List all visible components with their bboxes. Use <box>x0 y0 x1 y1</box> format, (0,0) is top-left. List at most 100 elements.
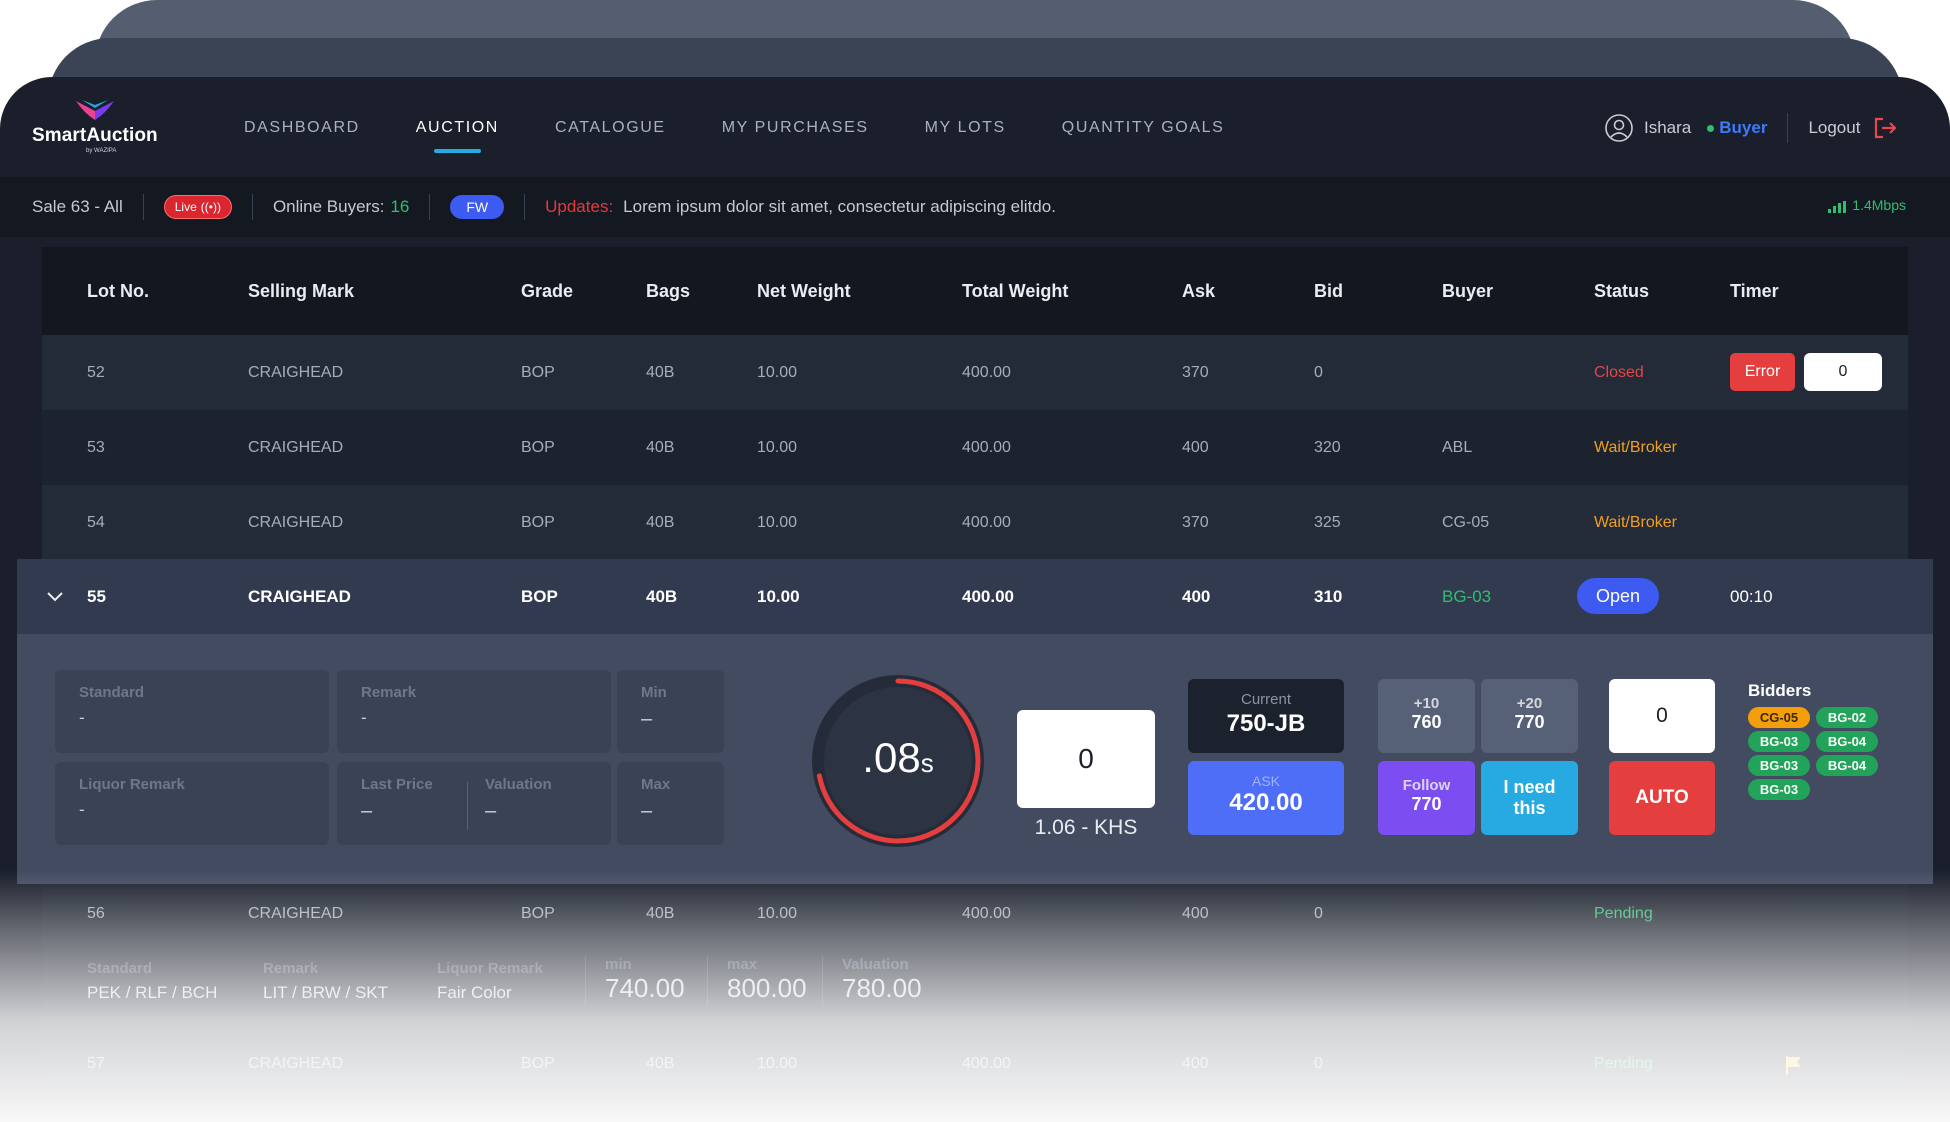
cell-net: 10.00 <box>757 586 800 606</box>
standard-label: Standard <box>79 684 145 701</box>
nav-my-lots[interactable]: MY LOTS <box>925 119 1006 137</box>
cell-net: 10.00 <box>757 905 798 922</box>
online-buyers-label: Online Buyers: <box>272 197 385 216</box>
table-row[interactable]: 52 CRAIGHEAD BOP 40B 10.00 400.00 370 0 … <box>42 335 1908 410</box>
table-row-expanded[interactable]: 55 CRAIGHEAD BOP 40B 10.00 400.00 400 31… <box>17 559 1933 634</box>
liquor-remark-value: - <box>79 800 85 819</box>
status-badge: Open <box>1577 578 1659 614</box>
fw-badge[interactable]: FW <box>450 195 505 219</box>
main-menu: DASHBOARD AUCTION CATALOGUE MY PURCHASES… <box>244 119 1280 153</box>
col-bid: Bid <box>1314 280 1343 301</box>
cell-bags: 40B <box>646 1055 675 1072</box>
status-badge: Closed <box>1594 363 1644 381</box>
cell-grade: BOP <box>521 513 555 531</box>
cell-net: 10.00 <box>757 438 798 456</box>
lot56-standard: Standard PEK / RLF / BCH <box>87 960 217 1003</box>
table-row[interactable]: 54 CRAIGHEAD BOP 40B 10.00 400.00 370 32… <box>42 485 1908 560</box>
status-bar: Sale 63 - All Live ((•)) Online Buyers: … <box>0 177 1950 237</box>
logo[interactable]: SmartAuction by WAZIPA <box>32 99 172 159</box>
col-ask: Ask <box>1182 280 1216 301</box>
cell-ask: 400 <box>1182 586 1211 606</box>
current-value: 750-JB <box>1226 710 1306 737</box>
lot56-liquor: Liquor Remark Fair Color <box>437 960 543 1003</box>
cell-bid: 325 <box>1314 513 1341 531</box>
divider <box>467 782 468 830</box>
table-row[interactable]: 53 CRAIGHEAD BOP 40B 10.00 400.00 400 32… <box>42 410 1908 485</box>
nav-my-purchases[interactable]: MY PURCHASES <box>722 119 869 137</box>
cell-buyer: BG-03 <box>1442 586 1492 606</box>
logout-icon <box>1875 117 1897 139</box>
lot56-standard-value: PEK / RLF / BCH <box>87 983 218 1002</box>
chevron-down-icon[interactable] <box>46 591 64 603</box>
plus-20-label: +20 <box>1516 695 1543 712</box>
bidder-chip: BG-03 <box>1748 731 1810 752</box>
liquor-remark-field: Liquor Remark - <box>55 762 329 845</box>
bidder-chip: BG-03 <box>1748 779 1810 800</box>
status-badge: Wait/Broker <box>1594 513 1677 531</box>
cell-grade: BOP <box>521 363 555 381</box>
broadcast-icon: ((•)) <box>200 200 221 214</box>
brand-sub: by WAZIPA <box>86 148 117 154</box>
table-row[interactable]: 56 CRAIGHEAD BOP 40B 10.00 400.00 400 0 … <box>42 884 1908 944</box>
lower-table-area: 56 CRAIGHEAD BOP 40B 10.00 400.00 400 0 … <box>42 884 1908 1122</box>
plus-10-label: +10 <box>1413 695 1440 712</box>
bid-amount-box[interactable]: 0 <box>1017 710 1155 808</box>
lot56-min-value: 740.00 <box>605 973 685 1003</box>
sale-label[interactable]: Sale 63 - All <box>32 197 123 217</box>
cell-grade: BOP <box>521 1055 555 1072</box>
nav-dashboard[interactable]: DASHBOARD <box>244 119 360 137</box>
min-label: Min <box>641 684 667 701</box>
ask-button[interactable]: ASK 420.00 <box>1188 761 1344 835</box>
cell-bags: 40B <box>646 586 678 606</box>
max-value: – <box>641 800 653 822</box>
nav-auction[interactable]: AUCTION <box>416 119 499 153</box>
cell-ask: 400 <box>1182 905 1209 922</box>
status-badge: Wait/Broker <box>1594 438 1677 456</box>
user-area: Ishara Buyer Logout <box>1604 113 1898 143</box>
auction-table: Lot No. Selling Mark Grade Bags Net Weig… <box>42 247 1908 560</box>
plus-10-button[interactable]: +10 760 <box>1378 679 1475 753</box>
divider <box>429 194 431 220</box>
cell-bid: 0 <box>1314 1055 1323 1072</box>
col-mark: Selling Mark <box>248 280 355 301</box>
plus-20-button[interactable]: +20 770 <box>1481 679 1578 753</box>
lot56-max-value: 800.00 <box>727 973 807 1003</box>
i-need-this-button[interactable]: I need this <box>1481 761 1578 835</box>
auto-button[interactable]: AUTO <box>1609 761 1715 835</box>
remark-field: Remark - <box>337 670 611 753</box>
logout-label: Logout <box>1808 118 1861 137</box>
updates-text: Lorem ipsum dolor sit amet, consectetur … <box>623 197 1056 216</box>
user-avatar-icon[interactable] <box>1604 113 1634 143</box>
auto-bid-input[interactable]: 0 <box>1609 679 1715 753</box>
error-button[interactable]: Error <box>1730 353 1795 391</box>
cell-bags: 40B <box>646 438 675 456</box>
lot56-valuation: Valuation 780.00 <box>842 956 922 1004</box>
bidder-chip: BG-04 <box>1816 731 1878 752</box>
cell-mark: CRAIGHEAD <box>248 905 344 922</box>
cell-lot: 54 <box>87 513 105 531</box>
i-need-line1: I need <box>1503 777 1556 797</box>
lot56-standard-label: Standard <box>87 960 153 977</box>
min-value: – <box>641 708 653 730</box>
nav-catalogue[interactable]: CATALOGUE <box>555 119 666 137</box>
lot56-remark: Remark LIT / BRW / SKT <box>263 960 388 1003</box>
valuation-label: Valuation <box>485 776 552 793</box>
updates-label: Updates: <box>545 197 614 216</box>
lot56-min: min 740.00 <box>605 956 685 1004</box>
cell-grade: BOP <box>521 438 555 456</box>
standard-value: - <box>79 708 85 727</box>
flag-icon[interactable] <box>1784 1054 1804 1076</box>
logout-button[interactable]: Logout <box>1808 115 1898 141</box>
col-lot: Lot No. <box>87 280 149 301</box>
lot56-valuation-value: 780.00 <box>842 973 922 1003</box>
table-row[interactable]: 57 CRAIGHEAD BOP 40B 10.00 400.00 400 0 … <box>42 1034 1908 1094</box>
timer-input[interactable]: 0 <box>1804 353 1882 391</box>
lot56-min-label: min <box>605 956 632 973</box>
nav-quantity-goals[interactable]: QUANTITY GOALS <box>1062 119 1225 137</box>
current-bid-box: Current 750-JB <box>1188 679 1344 753</box>
lot56-liquor-label: Liquor Remark <box>437 960 543 977</box>
cell-bid: 320 <box>1314 438 1341 456</box>
max-field: Max – <box>617 762 724 845</box>
follow-button[interactable]: Follow 770 <box>1378 761 1475 835</box>
logo-mark-icon <box>76 100 114 120</box>
